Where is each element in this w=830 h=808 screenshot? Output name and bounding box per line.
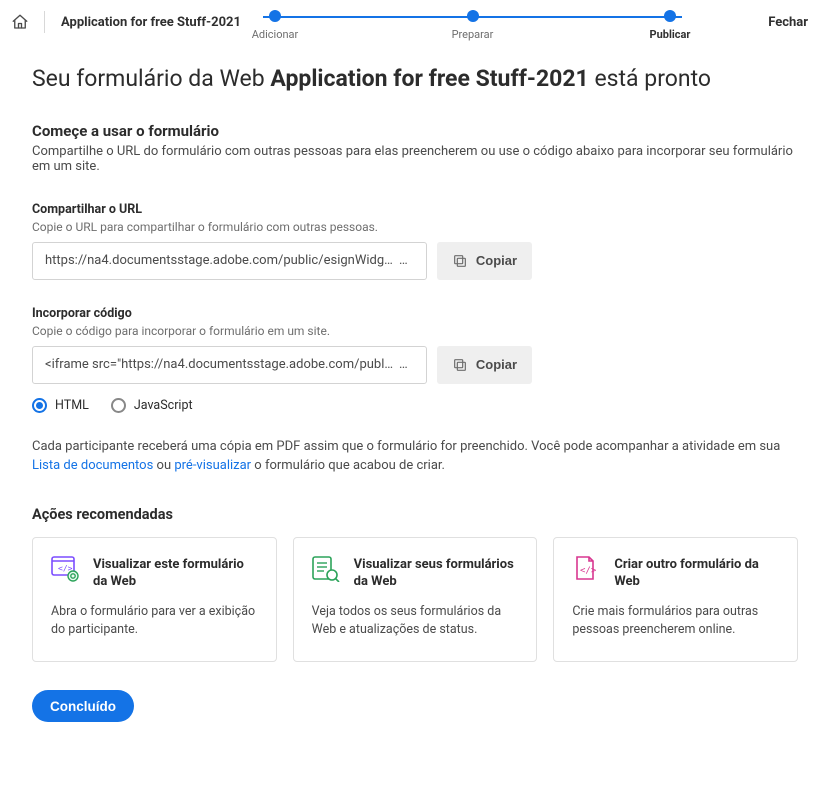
embed-value: <iframe src="https://na4.documentsstage.…: [45, 357, 395, 372]
recommended-actions-heading: Ações recomendadas: [32, 506, 798, 523]
card-title: Visualizar seus formulários da Web: [354, 556, 519, 591]
svg-text:</>: </>: [580, 566, 597, 576]
copy-icon: [452, 253, 468, 269]
ellipsis: …: [399, 253, 408, 268]
copy-embed-button[interactable]: Copiar: [437, 346, 532, 384]
share-url-help: Copie o URL para compartilhar o formulár…: [32, 220, 798, 234]
step-prepare[interactable]: Preparar: [443, 10, 503, 41]
ellipsis: …: [399, 357, 408, 372]
home-button[interactable]: [10, 12, 30, 32]
radio-html[interactable]: HTML: [32, 398, 89, 413]
documents-list-link[interactable]: Lista de documentos: [32, 458, 153, 473]
radio-icon: [32, 398, 47, 413]
copy-icon: [452, 357, 468, 373]
close-button[interactable]: Fechar: [768, 15, 808, 30]
card-title: Visualizar este formulário da Web: [93, 556, 258, 591]
card-title: Criar outro formulário da Web: [614, 556, 779, 591]
header-divider: [44, 11, 45, 33]
radio-label: JavaScript: [134, 398, 193, 413]
embed-group: Incorporar código Copie o código para in…: [32, 306, 798, 413]
step-dot-icon: [467, 10, 479, 22]
app-header: Application for free Stuff-2021 Adiciona…: [0, 0, 830, 44]
recommended-actions: </> Visualizar este formulário da Web Ab…: [32, 537, 798, 662]
page-title-suffix: está pronto: [589, 65, 711, 92]
share-url-group: Compartilhar o URL Copie o URL para comp…: [32, 202, 798, 280]
step-label: Adicionar: [252, 28, 299, 41]
step-add[interactable]: Adicionar: [245, 10, 305, 41]
copy-label: Copiar: [476, 357, 517, 372]
share-url-input[interactable]: https://na4.documentsstage.adobe.com/pub…: [32, 242, 427, 280]
card-view-this-form[interactable]: </> Visualizar este formulário da Web Ab…: [32, 537, 277, 662]
page-title: Seu formulário da Web Application for fr…: [32, 64, 798, 94]
info-text: o formulário que acabou de criar.: [251, 458, 445, 473]
embed-code-input[interactable]: <iframe src="https://na4.documentsstage.…: [32, 346, 427, 384]
preview-form-icon: </>: [51, 556, 79, 582]
card-desc: Crie mais formulários para outras pessoa…: [572, 603, 779, 639]
info-paragraph: Cada participante receberá uma cópia em …: [32, 437, 798, 476]
home-icon: [11, 13, 29, 31]
embed-help: Copie o código para incorporar o formulá…: [32, 324, 798, 338]
progress-stepper: Adicionar Preparar Publicar: [255, 10, 690, 41]
card-desc: Abra o formulário para ver a exibição do…: [51, 603, 258, 639]
card-view-all-forms[interactable]: Visualizar seus formulários da Web Veja …: [293, 537, 538, 662]
step-dot-icon: [664, 10, 676, 22]
done-button[interactable]: Concluído: [32, 690, 134, 722]
main-content: Seu formulário da Web Application for fr…: [0, 44, 830, 808]
card-create-form[interactable]: </> Criar outro formulário da Web Crie m…: [553, 537, 798, 662]
start-subtitle: Compartilhe o URL do formulário com outr…: [32, 144, 798, 174]
info-text: Cada participante receberá uma cópia em …: [32, 439, 780, 454]
preview-link[interactable]: pré-visualizar: [174, 458, 251, 473]
page-title-name: Application for free Stuff-2021: [270, 65, 588, 92]
step-label: Preparar: [452, 28, 494, 41]
create-form-icon: </>: [572, 556, 600, 582]
start-heading: Começe a usar o formulário: [32, 122, 798, 140]
step-label: Publicar: [650, 28, 691, 41]
radio-label: HTML: [55, 398, 89, 413]
page-title-prefix: Seu formulário da Web: [32, 65, 270, 92]
copy-url-button[interactable]: Copiar: [437, 242, 532, 280]
info-text: ou: [153, 458, 174, 473]
step-publish[interactable]: Publicar: [640, 10, 700, 41]
list-forms-icon: [312, 556, 340, 582]
share-url-label: Compartilhar o URL: [32, 202, 798, 217]
embed-label: Incorporar código: [32, 306, 798, 321]
radio-icon: [111, 398, 126, 413]
copy-label: Copiar: [476, 253, 517, 268]
radio-javascript[interactable]: JavaScript: [111, 398, 193, 413]
document-title: Application for free Stuff-2021: [61, 15, 241, 30]
card-desc: Veja todos os seus formulários da Web e …: [312, 603, 519, 639]
step-dot-icon: [269, 10, 281, 22]
share-url-value: https://na4.documentsstage.adobe.com/pub…: [45, 253, 395, 268]
